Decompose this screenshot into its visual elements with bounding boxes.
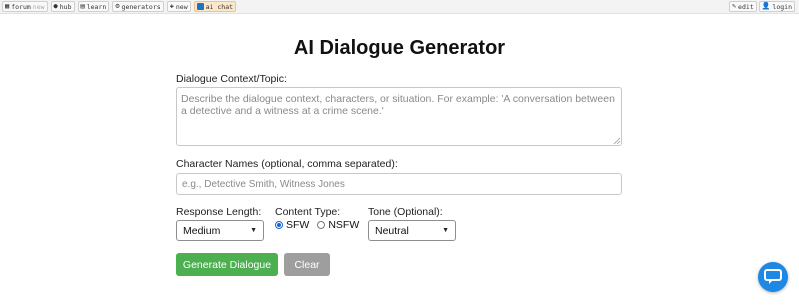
nav-generators-label: generators — [121, 2, 161, 11]
nav-learn[interactable]: ▤ learn — [77, 1, 110, 12]
nav-ai-chat[interactable]: ai chat — [193, 1, 237, 12]
nav-forum-suffix: new — [32, 2, 45, 11]
nav-ai-chat-label: ai chat — [205, 2, 234, 11]
edit-icon: ✎ — [731, 2, 737, 10]
right-nav: ✎ edit 👤 login — [728, 1, 797, 12]
content-type-radios: SFW NSFW — [275, 219, 367, 231]
names-label: Character Names (optional, comma separat… — [176, 158, 398, 170]
login-icon: 👤 — [761, 2, 771, 10]
nsfw-radio[interactable] — [317, 221, 326, 229]
nav-edit-label: edit — [738, 2, 754, 11]
sfw-radio-option[interactable]: SFW — [275, 219, 309, 231]
nsfw-radio-option[interactable]: NSFW — [317, 219, 359, 231]
learn-icon: ▤ — [80, 2, 85, 10]
tone-select[interactable]: Neutral ▼ — [368, 220, 456, 241]
clear-button[interactable]: Clear — [284, 253, 330, 276]
context-textarea[interactable]: Describe the dialogue context, character… — [176, 87, 622, 146]
sfw-radio[interactable] — [275, 221, 283, 229]
length-label: Response Length: — [176, 206, 262, 218]
nav-generators[interactable]: ⚙ generators — [112, 1, 164, 12]
nav-edit[interactable]: ✎ edit — [728, 1, 757, 12]
nav-new-label: new — [175, 2, 188, 11]
tone-select-value: Neutral — [375, 224, 409, 237]
chat-bubble-icon — [764, 269, 782, 284]
generate-button[interactable]: Generate Dialogue — [176, 253, 278, 276]
tone-label: Tone (Optional): — [368, 206, 443, 218]
chat-button[interactable] — [758, 262, 788, 292]
chevron-down-icon: ▼ — [442, 227, 449, 234]
new-icon: ✚ — [169, 2, 174, 10]
page-title: AI Dialogue Generator — [293, 37, 506, 59]
ai-chat-icon — [196, 3, 204, 10]
resize-grip-icon[interactable] — [613, 137, 621, 145]
length-select-value: Medium — [183, 224, 221, 237]
nav-hub-label: hub — [59, 2, 72, 11]
top-nav-bar: ▦ forum new ● hub ▤ learn ⚙ generators ✚… — [0, 0, 799, 14]
sfw-label: SFW — [286, 219, 310, 231]
length-select[interactable]: Medium ▼ — [176, 220, 264, 241]
context-label: Dialogue Context/Topic: — [176, 73, 287, 85]
chevron-down-icon: ▼ — [250, 227, 257, 234]
generators-icon: ⚙ — [115, 2, 120, 10]
nav-new[interactable]: ✚ new — [166, 1, 191, 12]
nav-learn-label: learn — [86, 2, 107, 11]
nav-login[interactable]: 👤 login — [758, 1, 795, 12]
nav-forum[interactable]: ▦ forum new — [2, 1, 48, 12]
hub-icon: ● — [53, 2, 58, 10]
names-input[interactable]: e.g., Detective Smith, Witness Jones — [176, 173, 622, 195]
forum-icon: ▦ — [5, 2, 10, 10]
nav-hub[interactable]: ● hub — [50, 1, 75, 12]
content-label: Content Type: — [275, 206, 341, 218]
nav-forum-label: forum — [11, 2, 31, 11]
nsfw-label: NSFW — [328, 219, 360, 231]
nav-login-label: login — [772, 2, 792, 11]
